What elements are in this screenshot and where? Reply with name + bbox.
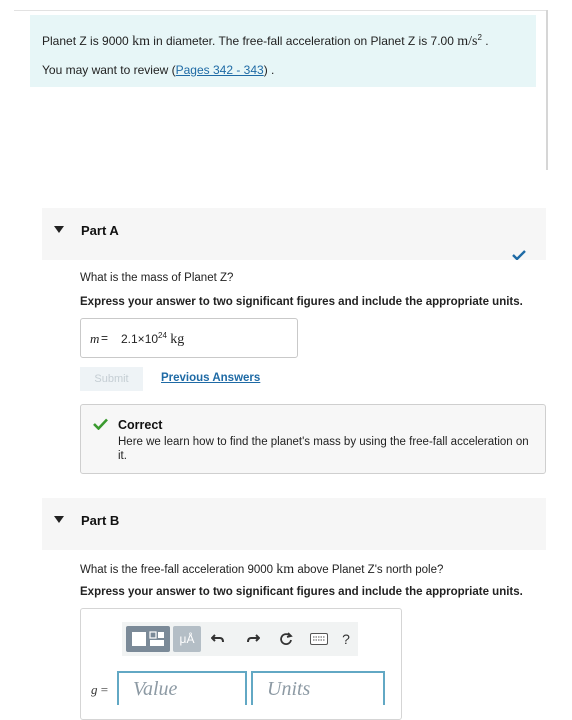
answer-variable: g =	[91, 682, 109, 697]
units-button[interactable]: μÅ	[173, 626, 201, 652]
previous-answers-link[interactable]: Previous Answers	[161, 372, 260, 384]
collapse-triangle-icon[interactable]	[54, 226, 64, 233]
part-b-question: What is the free-fall acceleration 9000 …	[80, 562, 444, 577]
problem-statement: Planet Z is 9000 km in diameter. The fre…	[30, 15, 536, 87]
reset-icon[interactable]	[276, 626, 296, 652]
scrollbar[interactable]	[546, 10, 548, 170]
correct-check-icon	[93, 418, 108, 430]
checkmark-icon	[512, 250, 526, 260]
feedback-text: Here we learn how to find the planet's m…	[118, 436, 529, 462]
part-a-question: What is the mass of Planet Z?	[80, 272, 234, 284]
answer-value: = 2.1×1024 kg	[101, 331, 185, 347]
submit-button[interactable]: Submit	[80, 367, 143, 391]
part-b-instruction: Express your answer to two significant f…	[80, 586, 523, 598]
part-a-header[interactable]: Part A	[42, 208, 546, 260]
problem-text: Planet Z is 9000 km in diameter. The fre…	[42, 33, 489, 49]
pages-link[interactable]: Pages 342 - 343	[176, 63, 264, 77]
help-icon[interactable]: ?	[338, 626, 354, 652]
redo-icon[interactable]	[243, 626, 263, 652]
answer-entry-panel: μÅ ? g =	[80, 608, 402, 720]
feedback-title: Correct	[118, 418, 163, 432]
collapse-triangle-icon[interactable]	[54, 516, 64, 523]
undo-icon[interactable]	[208, 626, 228, 652]
part-a-instruction: Express your answer to two significant f…	[80, 296, 523, 308]
panel-top-border	[14, 10, 548, 11]
keyboard-icon[interactable]	[308, 626, 330, 652]
review-text: You may want to review (Pages 342 - 343)…	[42, 63, 275, 77]
part-b-title: Part B	[81, 513, 120, 528]
math-toolbar: μÅ ?	[122, 622, 358, 656]
answer-variable: m	[90, 331, 100, 346]
part-a-title: Part A	[81, 223, 119, 238]
templates-icon[interactable]	[126, 626, 170, 652]
part-a-answer-field: m = 2.1×1024 kg	[80, 318, 298, 358]
part-b-header[interactable]: Part B	[42, 498, 546, 550]
feedback-box: Correct Here we learn how to find the pl…	[80, 404, 546, 474]
